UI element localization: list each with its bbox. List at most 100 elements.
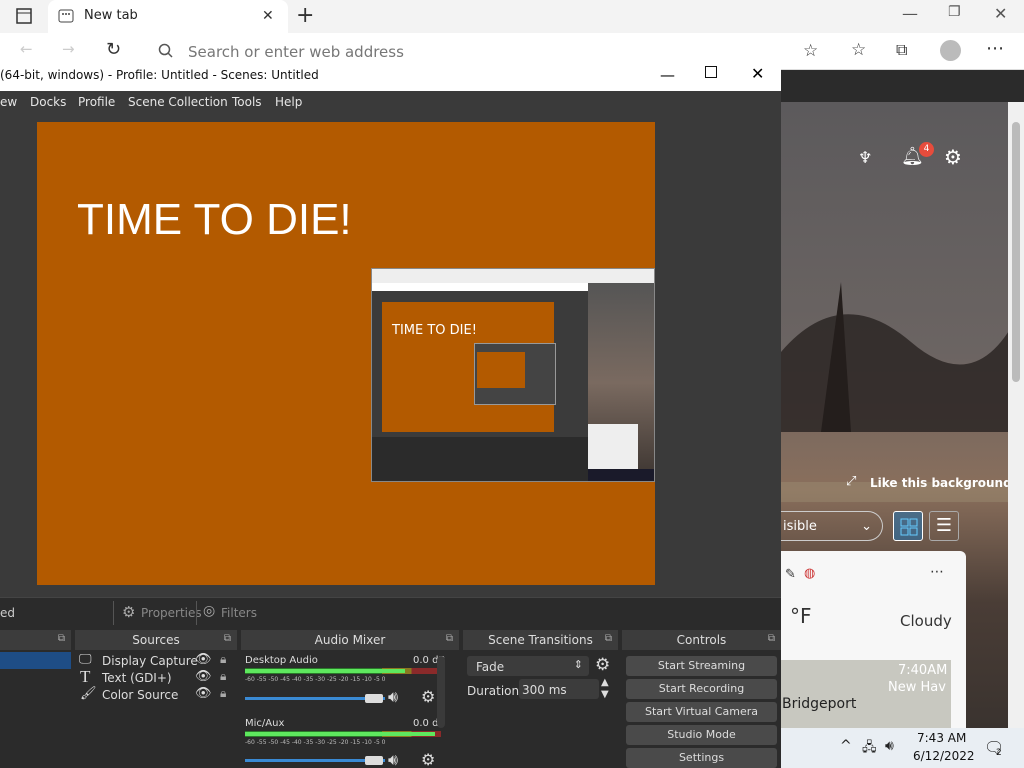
dock-float-icon[interactable]: ⧉ xyxy=(446,633,453,644)
action-center-count: 2 xyxy=(996,748,1002,758)
dock-float-icon[interactable]: ⧉ xyxy=(58,633,65,644)
volume-meter-level xyxy=(245,732,435,736)
spinner-down-icon[interactable]: ▼ xyxy=(601,689,609,700)
obs-maximize-icon[interactable] xyxy=(705,66,717,78)
rewards-icon[interactable]: ♆ xyxy=(858,148,872,167)
source-item[interactable]: 🖌︎ Color Source 👁︎ 🔒︎ xyxy=(75,686,237,703)
lock-icon[interactable]: 🔒︎ xyxy=(220,686,226,701)
spinner-up-icon[interactable]: ▲ xyxy=(601,677,609,688)
favorites-icon[interactable]: ☆ xyxy=(851,40,866,60)
edit-icon[interactable]: ✎ xyxy=(785,567,796,582)
filters-icon: ◎ xyxy=(203,603,216,619)
layout-dropdown[interactable]: isible ⌄ xyxy=(781,511,883,541)
start-virtual-camera-button[interactable]: Start Virtual Camera xyxy=(626,702,777,722)
audio-mixer-title: Audio Mixer xyxy=(241,630,459,650)
volume-meter-level xyxy=(245,669,405,673)
gear-icon[interactable]: ⚙ xyxy=(595,655,610,675)
new-tab-button[interactable]: + xyxy=(296,3,314,28)
gear-icon[interactable]: ⚙ xyxy=(421,687,435,706)
add-favorite-icon[interactable]: ☆ xyxy=(803,41,818,61)
forward-icon[interactable]: → xyxy=(62,40,75,58)
menu-scene-collection[interactable]: Scene Collection xyxy=(128,95,228,109)
eye-icon[interactable]: 👁︎ xyxy=(195,652,212,667)
filters-button[interactable]: ◎ Filters xyxy=(196,601,265,625)
collections-icon[interactable]: ⧉ xyxy=(896,40,907,60)
obs-menubar: ew Docks Profile Scene Collection Tools … xyxy=(0,91,781,113)
volume-slider[interactable] xyxy=(245,759,385,762)
menu-tools[interactable]: Tools xyxy=(232,95,262,109)
profile-avatar[interactable] xyxy=(940,40,961,61)
lock-icon[interactable]: 🔒︎ xyxy=(220,669,226,684)
restore-icon[interactable]: ❐ xyxy=(948,4,961,20)
duration-value: 300 ms xyxy=(522,683,567,697)
audio-channel-name: Mic/Aux xyxy=(245,718,285,729)
network-icon[interactable]: 🖧︎ xyxy=(862,738,877,760)
transition-select[interactable]: Fade ⇕ xyxy=(467,656,589,676)
settings-gear-icon[interactable]: ⚙ xyxy=(944,145,962,169)
duration-input[interactable]: 300 ms xyxy=(519,679,599,699)
refresh-icon[interactable]: ↻ xyxy=(106,39,121,60)
lock-icon[interactable]: 🔒︎ xyxy=(220,652,226,667)
obs-minimize-icon[interactable]: — xyxy=(660,66,675,84)
dock-float-icon[interactable]: ⧉ xyxy=(768,633,775,644)
expand-icon[interactable]: ⤢ xyxy=(846,474,856,489)
source-item[interactable]: 🖵︎ Display Capture 👁︎ 🔒︎ xyxy=(75,652,237,669)
scene-item-selected[interactable] xyxy=(0,652,71,669)
notification-badge: 4 xyxy=(919,142,934,157)
list-view-button[interactable]: ☰ xyxy=(929,511,959,541)
speaker-icon[interactable]: 🔊︎ xyxy=(388,750,398,768)
monitor-icon: 🖵︎ xyxy=(79,652,92,667)
nested-display-capture xyxy=(371,268,655,482)
card-more-icon[interactable]: ⋯ xyxy=(930,564,944,580)
more-options-icon[interactable]: ⋯ xyxy=(986,38,1004,59)
page-scrollbar[interactable] xyxy=(1008,102,1024,728)
like-background-link[interactable]: Like this background? xyxy=(870,476,1019,490)
duration-label: Duration xyxy=(467,684,520,698)
volume-slider-handle[interactable] xyxy=(365,756,383,765)
audio-channel-name: Desktop Audio xyxy=(245,655,318,666)
canvas-text: TIME TO DIE! xyxy=(77,195,352,244)
scenes-dock: ⧉ xyxy=(0,630,71,728)
properties-label: Properties xyxy=(141,606,202,620)
close-tab-icon[interactable]: ✕ xyxy=(262,8,274,24)
weather-location-icon[interactable]: ◍ xyxy=(804,566,815,581)
meter-ticks: -60 -55 -50 -45 -40 -35 -30 -25 -20 -15 … xyxy=(245,739,386,746)
eye-icon[interactable]: 👁︎ xyxy=(195,669,212,684)
dock-float-icon[interactable]: ⧉ xyxy=(224,633,231,644)
properties-button[interactable]: ⚙ Properties xyxy=(113,601,202,625)
back-icon[interactable]: ← xyxy=(20,40,33,58)
text-icon: T xyxy=(80,667,91,686)
source-toolbar: ed ⚙ Properties ◎ Filters xyxy=(0,597,781,627)
transition-select-value: Fade xyxy=(476,660,505,674)
volume-slider-handle[interactable] xyxy=(365,694,383,703)
grid-view-button[interactable] xyxy=(893,511,923,541)
updown-icon: ⇕ xyxy=(573,658,583,671)
chevron-down-icon: ⌄ xyxy=(861,519,872,534)
obs-close-icon[interactable]: ✕ xyxy=(751,64,764,83)
menu-view[interactable]: ew xyxy=(0,95,17,109)
gear-icon[interactable]: ⚙ xyxy=(421,750,435,768)
sources-dock: Sources ⧉ 🖵︎ Display Capture 👁︎ 🔒︎ T Tex… xyxy=(75,630,237,728)
close-window-icon[interactable]: ✕ xyxy=(994,4,1007,23)
settings-button[interactable]: Settings xyxy=(626,748,777,768)
eye-icon[interactable]: 👁︎ xyxy=(195,686,212,701)
volume-slider[interactable] xyxy=(245,697,385,700)
volume-icon[interactable]: 🔊︎ xyxy=(885,738,894,754)
start-streaming-button[interactable]: Start Streaming xyxy=(626,656,777,676)
mixer-scrollbar[interactable] xyxy=(437,656,445,728)
minimize-icon[interactable]: — xyxy=(902,4,918,23)
taskbar-date[interactable]: 6/12/2022 xyxy=(913,749,975,763)
menu-profile[interactable]: Profile xyxy=(78,95,115,109)
dock-float-icon[interactable]: ⧉ xyxy=(605,633,612,644)
menu-help[interactable]: Help xyxy=(275,95,302,109)
source-item[interactable]: T Text (GDI+) 👁︎ 🔒︎ xyxy=(75,667,237,686)
speaker-icon[interactable]: 🔊︎ xyxy=(388,687,398,707)
taskbar-time[interactable]: 7:43 AM xyxy=(917,731,966,745)
studio-mode-button[interactable]: Studio Mode xyxy=(626,725,777,745)
show-hidden-icons[interactable]: ^ xyxy=(840,738,852,754)
menu-docks[interactable]: Docks xyxy=(30,95,66,109)
tab-actions-icon[interactable] xyxy=(14,6,34,26)
start-recording-button[interactable]: Start Recording xyxy=(626,679,777,699)
weather-unit: °F xyxy=(790,604,812,628)
controls-dock: Controls ⧉ Start Streaming Start Recordi… xyxy=(622,630,781,728)
